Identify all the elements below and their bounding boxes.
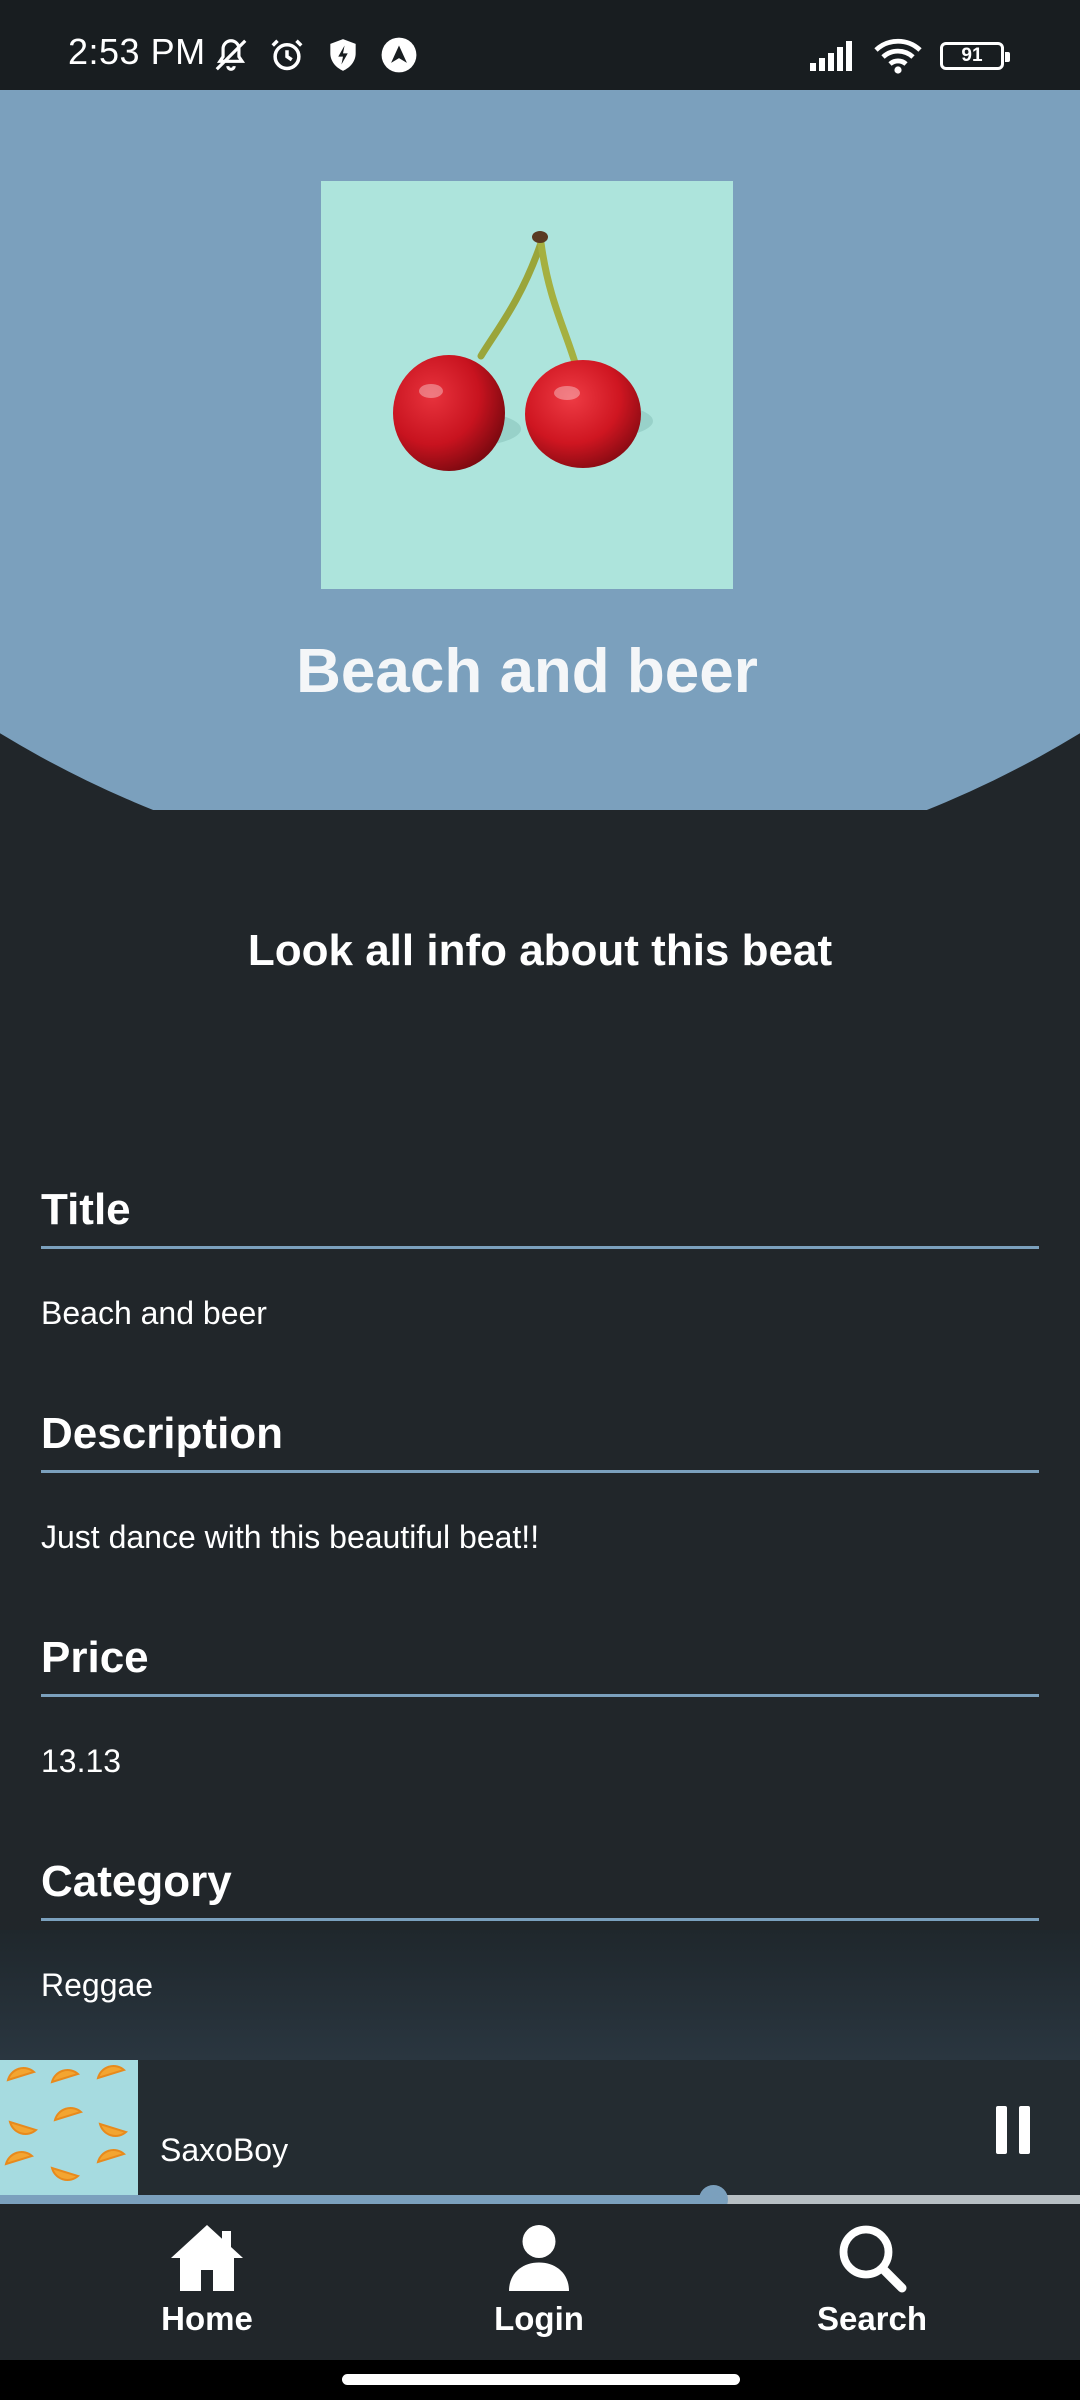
battery-icon: 91: [940, 42, 1010, 70]
shield-icon: [330, 39, 356, 71]
track-artwork: [0, 2060, 138, 2198]
home-icon: [171, 2225, 243, 2291]
info-value: Just dance with this beautiful beat!!: [41, 1519, 540, 1555]
info-section-title: Title Beach and beer: [41, 1180, 1039, 1329]
divider: [41, 1694, 1039, 1697]
info-label: Price: [41, 1633, 149, 1682]
info-value: 13.13: [41, 1743, 122, 1779]
divider: [41, 1470, 1039, 1473]
battery-level: 91: [961, 45, 983, 66]
status-time: 2:53 PM: [68, 31, 206, 72]
search-icon: [839, 2225, 907, 2293]
nav-home-label: Home: [161, 2300, 253, 2337]
track-title: SaxoBoy: [160, 2132, 289, 2168]
progress-fill: [0, 2195, 713, 2204]
pause-button[interactable]: [996, 2106, 1030, 2154]
info-section-price: Price 13.13: [41, 1628, 1039, 1777]
beat-title: Beach and beer: [296, 637, 758, 706]
wifi-icon: [874, 38, 922, 74]
info-label: Category: [41, 1857, 232, 1906]
mute-icon: [215, 39, 247, 71]
orange-slices-art: [0, 2060, 138, 2198]
mini-player[interactable]: SaxoBoy: [0, 2060, 1080, 2198]
info-value: Reggae: [41, 1967, 154, 2003]
playback-progress[interactable]: [0, 2185, 1080, 2214]
divider: [41, 1918, 1039, 1921]
system-gesture-bar: [0, 2360, 1080, 2400]
info-section-category: Category Reggae: [41, 1852, 1039, 2001]
user-icon: [509, 2225, 569, 2291]
info-section-description: Description Just dance with this beautif…: [41, 1404, 1039, 1553]
beat-header: Beach and beer: [0, 90, 1080, 810]
nav-home[interactable]: Home: [87, 2222, 327, 2338]
alarm-icon: [271, 39, 303, 71]
nav-login[interactable]: Login: [419, 2222, 659, 2338]
status-bar: 2:53 PM 91: [0, 0, 1080, 90]
signal-icon: [810, 41, 852, 71]
cover-image: [321, 181, 733, 589]
info-value: Beach and beer: [41, 1295, 267, 1331]
nav-search[interactable]: Search: [752, 2222, 992, 2338]
nav-login-label: Login: [494, 2300, 584, 2337]
info-label: Description: [41, 1409, 284, 1458]
cherries-image: [321, 181, 733, 589]
home-gesture-handle[interactable]: [342, 2374, 740, 2385]
nav-search-label: Search: [816, 2300, 928, 2337]
info-label: Title: [41, 1185, 131, 1234]
divider: [41, 1246, 1039, 1249]
status-icons-left: [212, 36, 418, 74]
info-subtitle: Look all info about this beat: [247, 926, 833, 975]
status-icons-right: 91: [810, 38, 1010, 74]
pause-icon-bar: [1019, 2106, 1030, 2154]
nav-app-icon: [381, 37, 417, 73]
pause-icon: [996, 2106, 1007, 2154]
bottom-navigation: Home Login Search: [0, 2204, 1080, 2360]
